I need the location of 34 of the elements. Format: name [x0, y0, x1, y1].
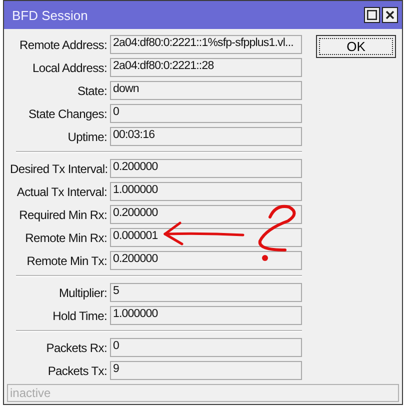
value-field[interactable]: 1.000000 [110, 306, 302, 325]
field-label: Remote Min Rx: [24, 230, 107, 244]
field-label: Actual Tx Interval: [16, 184, 107, 198]
field-label: Packets Rx: [45, 340, 107, 354]
field-label: Local Address: [31, 60, 107, 74]
field-label: Desired Tx Interval: [10, 162, 107, 176]
field-label: Hold Time: [52, 308, 107, 322]
status-bar: inactive [7, 384, 399, 402]
window-title: BFD Session [12, 8, 89, 22]
value-field[interactable]: down [110, 81, 302, 100]
value-field[interactable]: 0 [110, 104, 302, 123]
value-field[interactable]: 9 [110, 361, 302, 380]
value-field[interactable]: 2a04:df80:0:2221::28 [110, 58, 302, 77]
maximize-icon[interactable] [364, 7, 380, 23]
value-field[interactable]: 0.200000 [110, 251, 302, 270]
value-field[interactable]: 2a04:df80:0:2221::1%sfp-sfpplus1.vl... [110, 35, 302, 54]
value-field[interactable]: 1.000000 [110, 182, 302, 201]
ok-button[interactable]: OK [316, 35, 396, 58]
question-mark-drawing [258, 204, 296, 261]
value-field[interactable]: 5 [110, 283, 302, 302]
field-label: Remote Min Tx: [26, 254, 107, 268]
value-field[interactable]: 0.200000 [110, 159, 302, 178]
field-label: Packets Tx: [46, 364, 107, 378]
value-field[interactable]: 0.200000 [110, 205, 302, 224]
value-field[interactable]: 00:03:16 [110, 127, 302, 146]
field-label: Multiplier: [58, 286, 107, 300]
field-label: State Changes: [27, 106, 107, 120]
field-label: Uptime: [66, 130, 107, 144]
field-label: Required Min Rx: [18, 208, 107, 222]
field-label: Remote Address: [18, 38, 107, 52]
value-field[interactable]: 0.000001 [110, 228, 302, 247]
value-field[interactable]: 0 [110, 338, 302, 357]
close-icon[interactable] [382, 7, 398, 23]
field-label: State: [76, 84, 107, 98]
